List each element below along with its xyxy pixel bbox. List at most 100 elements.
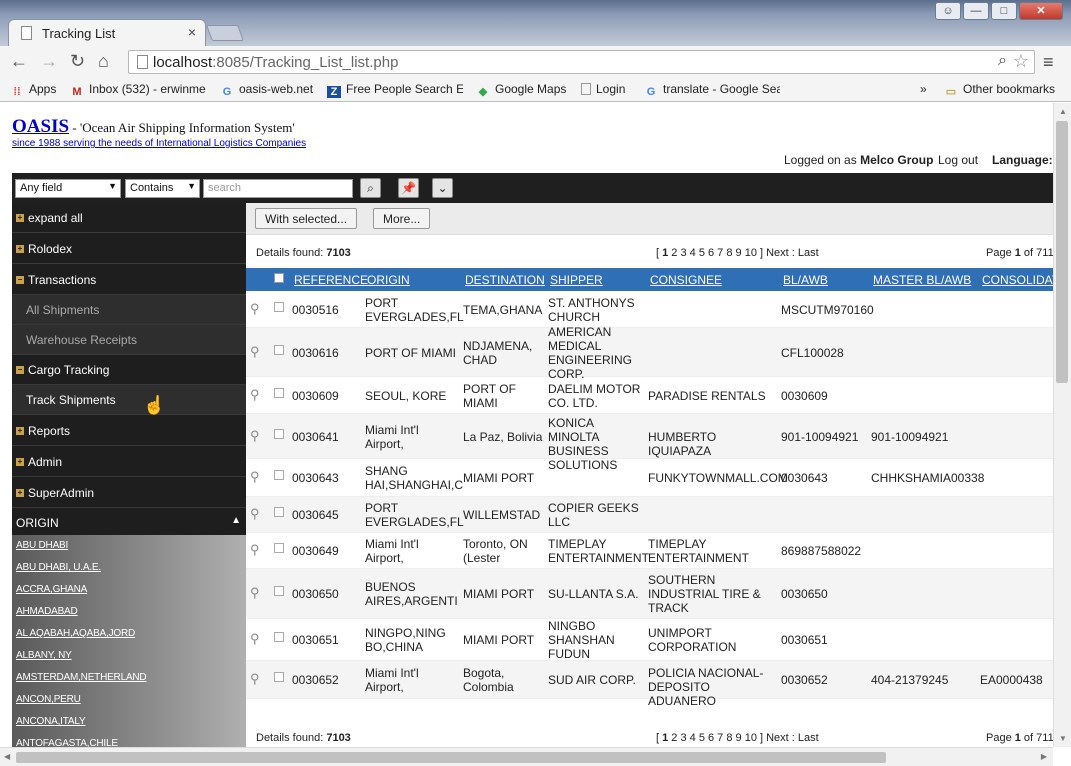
browser-tab[interactable]: Tracking List × xyxy=(8,19,206,46)
origin-filter-header[interactable]: ORIGIN ▲ xyxy=(12,509,246,535)
row-checkbox[interactable] xyxy=(274,586,284,596)
table-row[interactable]: ⚲ 0030609 SEOUL, KORE PORT OF MIAMI DAELIM M… xyxy=(246,377,1053,414)
view-details-icon[interactable]: ⚲ xyxy=(250,542,260,558)
origin-link[interactable]: AHMADABAD xyxy=(16,606,78,617)
url-text[interactable]: localhost:8085/Tracking_List_list.php xyxy=(153,54,398,71)
view-details-icon[interactable]: ⚲ xyxy=(250,344,260,360)
search-operator-select[interactable]: Contains ▼ xyxy=(125,179,200,198)
view-details-icon[interactable]: ⚲ xyxy=(250,387,260,403)
table-row[interactable]: ⚲ 0030641 Miami Int'l Airport, La Paz, Boli… xyxy=(246,414,1053,472)
view-details-icon[interactable]: ⚲ xyxy=(250,585,260,601)
column-header-shipper[interactable]: SHIPPER xyxy=(550,273,603,287)
horizontal-scrollbar[interactable]: ◀ ▶ xyxy=(0,747,1053,766)
origin-link[interactable]: ANTOFAGASTA,CHILE xyxy=(16,738,118,747)
sidebar-item-all-shipments[interactable]: All Shipments xyxy=(12,295,246,325)
origin-link[interactable]: ANCON,PERU xyxy=(16,694,81,705)
tab-close-icon[interactable]: × xyxy=(188,24,196,40)
origin-link[interactable]: ACCRA,GHANA xyxy=(16,584,87,595)
origin-link[interactable]: ABU DHABI, U.A.E. xyxy=(16,562,101,573)
table-row[interactable]: ⚲ 0030643 SHANG HAI,SHANGHAI,C MIAMI PORT FU… xyxy=(246,459,1053,497)
search-icon[interactable]: ⌕ xyxy=(998,52,1007,70)
sidebar-item-track-shipments[interactable]: Track Shipments xyxy=(12,385,246,415)
pagination-bottom[interactable]: [ 1 2 3 4 5 6 7 8 9 10 ] Next : Last xyxy=(656,732,819,744)
bookmark-apps[interactable]: ⁞⁞ Apps xyxy=(10,82,62,98)
user-icon[interactable]: ☺ xyxy=(935,2,961,20)
bookmark-login[interactable]: Login xyxy=(581,82,636,96)
row-checkbox[interactable] xyxy=(274,388,284,398)
select-all-checkbox[interactable] xyxy=(274,273,284,283)
oasis-logo-link[interactable]: OASIS xyxy=(12,116,69,137)
column-header-consignee[interactable]: CONSIGNEE xyxy=(650,273,722,287)
pagination[interactable]: [ 1 2 3 4 5 6 7 8 9 10 ] Next : Last xyxy=(656,247,819,259)
collapse-up-icon[interactable]: ▲ xyxy=(231,515,241,526)
since-link[interactable]: since 1988 serving the needs of Internat… xyxy=(12,138,306,149)
scroll-left-icon[interactable]: ◀ xyxy=(4,752,10,761)
scroll-thumb[interactable] xyxy=(1056,121,1068,383)
table-row[interactable]: ⚲ 0030645 PORT EVERGLADES,FL WILLEMSTAD COPI… xyxy=(246,497,1053,533)
with-selected-button[interactable]: With selected... xyxy=(255,208,358,229)
table-row[interactable]: ⚲ 0030649 Miami Int'l Airport, Toronto, ON … xyxy=(246,533,1053,569)
scroll-down-icon[interactable]: ▼ xyxy=(1059,734,1067,743)
address-bar[interactable]: localhost:8085/Tracking_List_list.php ⌕ … xyxy=(128,50,1035,74)
table-row[interactable]: ⚲ 0030651 NINGPO,NING BO,CHINA MIAMI PORT NI… xyxy=(246,619,1053,661)
table-row[interactable]: ⚲ 0030616 PORT OF MIAMI NDJAMENA, CHAD AMERI… xyxy=(246,325,1053,381)
row-checkbox[interactable] xyxy=(274,543,284,553)
sidebar-item-cargo-tracking[interactable]: − Cargo Tracking xyxy=(12,355,246,385)
row-checkbox[interactable] xyxy=(274,632,284,642)
bookmark-translate[interactable]: Gtranslate - Google Sea xyxy=(644,82,780,98)
view-details-icon[interactable]: ⚲ xyxy=(250,671,260,687)
bookmarks-overflow-icon[interactable]: » xyxy=(920,82,927,96)
row-checkbox[interactable] xyxy=(274,470,284,480)
bookmark-star-icon[interactable]: ☆ xyxy=(1013,51,1029,72)
column-header-consolidation[interactable]: CONSOLIDATI xyxy=(982,273,1053,287)
origin-link[interactable]: AL AQABAH,AQABA,JORD xyxy=(16,628,135,639)
sidebar-item-rolodex[interactable]: + Rolodex xyxy=(12,234,246,264)
view-details-icon[interactable]: ⚲ xyxy=(250,631,260,647)
scroll-thumb[interactable] xyxy=(16,752,886,763)
row-checkbox[interactable] xyxy=(274,507,284,517)
view-details-icon[interactable]: ⚲ xyxy=(250,301,260,317)
new-tab-button[interactable] xyxy=(206,25,244,41)
pin-button[interactable]: 📌 xyxy=(398,178,419,198)
vertical-scrollbar[interactable]: ▲ ▼ xyxy=(1053,103,1071,747)
more-button[interactable]: More... xyxy=(373,208,431,229)
forward-icon[interactable]: → xyxy=(40,51,58,71)
sidebar-item-reports[interactable]: + Reports xyxy=(12,416,246,446)
sidebar-item-transactions[interactable]: − Transactions xyxy=(12,265,246,295)
column-header-destination[interactable]: DESTINATION xyxy=(465,273,545,287)
home-icon[interactable]: ⌂ xyxy=(98,51,109,71)
close-window-icon[interactable]: ✕ xyxy=(1019,2,1063,20)
row-checkbox[interactable] xyxy=(274,429,284,439)
scroll-up-icon[interactable]: ▲ xyxy=(1059,107,1067,116)
sidebar-item-warehouse-receipts[interactable]: Warehouse Receipts xyxy=(12,325,246,355)
table-row[interactable]: ⚲ 0030650 BUENOS AIRES,ARGENTI MIAMI PORT SU… xyxy=(246,569,1053,619)
search-button[interactable]: ⌕ xyxy=(360,178,381,198)
column-header-origin[interactable]: ORIGIN xyxy=(367,273,410,287)
other-bookmarks[interactable]: ▭ Other bookmarks xyxy=(944,82,1055,98)
view-details-icon[interactable]: ⚲ xyxy=(250,506,260,522)
column-header-master-bl-awb[interactable]: MASTER BL/AWB xyxy=(873,273,971,287)
origin-link[interactable]: ALBANY, NY xyxy=(16,650,72,661)
advanced-search-button[interactable]: ⌄ xyxy=(432,178,453,198)
origin-link[interactable]: ABU DHABI xyxy=(16,540,68,551)
view-details-icon[interactable]: ⚲ xyxy=(250,428,260,444)
search-input[interactable]: search xyxy=(203,179,353,198)
bookmark-maps[interactable]: ◆ Google Maps xyxy=(476,82,576,98)
sidebar-item-superadmin[interactable]: + SuperAdmin xyxy=(12,478,246,508)
scroll-right-icon[interactable]: ▶ xyxy=(1041,752,1047,761)
sidebar-item-admin[interactable]: + Admin xyxy=(12,447,246,477)
maximize-icon[interactable]: □ xyxy=(991,2,1017,20)
table-row[interactable]: ⚲ 0030652 Miami Int'l Airport, Bogota, Colo… xyxy=(246,661,1053,708)
origin-link[interactable]: AMSTERDAM,NETHERLAND xyxy=(16,672,147,683)
logout-link[interactable]: Log out xyxy=(938,153,978,167)
row-checkbox[interactable] xyxy=(274,302,284,312)
column-header-bl-awb[interactable]: BL/AWB xyxy=(783,273,828,287)
bookmark-inbox[interactable]: M Inbox (532) - erwinme xyxy=(70,82,210,98)
row-checkbox[interactable] xyxy=(274,345,284,355)
minimize-icon[interactable]: — xyxy=(963,2,989,20)
reload-icon[interactable]: ↻ xyxy=(70,51,85,71)
column-header-reference[interactable]: REFERENCE xyxy=(294,273,368,287)
row-checkbox[interactable] xyxy=(274,672,284,682)
view-details-icon[interactable]: ⚲ xyxy=(250,469,260,485)
bookmark-oasis[interactable]: Goasis-web.net xyxy=(220,82,320,98)
